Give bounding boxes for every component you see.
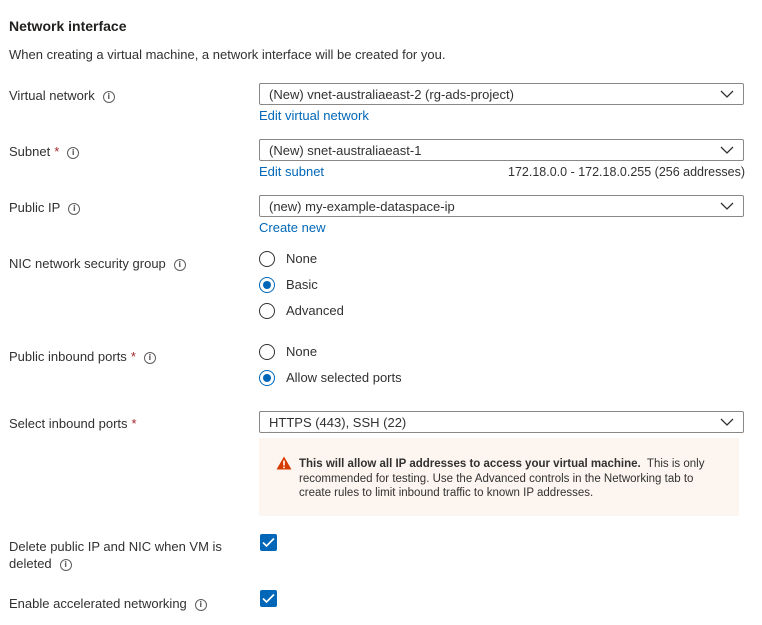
radio-label: None — [286, 251, 318, 266]
info-icon[interactable]: i — [102, 91, 115, 103]
info-icon[interactable]: i — [143, 352, 156, 364]
subnet-address-range: 172.18.0.0 - 172.18.0.255 (256 addresses… — [508, 165, 745, 179]
edit-virtual-network-link[interactable]: Edit virtual network — [259, 108, 369, 123]
info-icon[interactable]: i — [173, 259, 186, 271]
radio-circle[interactable] — [259, 370, 275, 386]
nic-nsg-label: NIC network security group i — [9, 255, 186, 272]
delete-public-ip-checkbox[interactable] — [260, 534, 277, 551]
edit-subnet-link[interactable]: Edit subnet — [259, 164, 324, 179]
chevron-down-icon — [720, 418, 734, 426]
accelerated-networking-label: Enable accelerated networking i — [9, 595, 207, 612]
warning-text: This will allow all IP addresses to acce… — [299, 458, 705, 499]
warning-icon — [276, 456, 292, 470]
info-icon[interactable]: i — [67, 147, 80, 159]
virtual-network-dropdown[interactable]: (New) vnet-australiaeast-2 (rg-ads-proje… — [259, 83, 744, 105]
chevron-down-icon — [720, 90, 734, 98]
radio-circle[interactable] — [259, 303, 275, 319]
info-icon[interactable]: i — [59, 559, 72, 571]
radio-label: Basic — [286, 277, 318, 292]
public-inbound-ports-label: Public inbound ports * i — [9, 348, 156, 365]
create-new-public-ip-link[interactable]: Create new — [259, 220, 325, 235]
inbound-ports-warning: This will allow all IP addresses to acce… — [259, 438, 739, 516]
radio-label: Advanced — [286, 303, 344, 318]
public-ip-label: Public IP i — [9, 199, 81, 216]
info-icon[interactable]: i — [68, 203, 81, 215]
required-marker: * — [54, 144, 60, 159]
required-marker: * — [130, 349, 136, 364]
radio-label: None — [286, 344, 318, 359]
subnet-value: (New) snet-australiaeast-1 — [269, 143, 422, 158]
select-inbound-ports-dropdown[interactable]: HTTPS (443), SSH (22) — [259, 411, 744, 433]
radio-label: Allow selected ports — [286, 370, 402, 385]
public-ip-value: (new) my-example-dataspace-ip — [269, 199, 455, 214]
virtual-network-label: Virtual network i — [9, 87, 115, 104]
accelerated-networking-checkbox[interactable] — [260, 590, 277, 607]
section-description: When creating a virtual machine, a netwo… — [9, 47, 446, 62]
select-inbound-ports-label: Select inbound ports * — [9, 416, 137, 431]
radio-circle[interactable] — [259, 277, 275, 293]
info-icon[interactable]: i — [194, 599, 207, 611]
section-title: Network interface — [9, 18, 127, 34]
delete-public-ip-label: Delete public IP and NIC when VM is dele… — [9, 539, 222, 571]
checkmark-icon — [262, 537, 275, 548]
public-ip-dropdown[interactable]: (new) my-example-dataspace-ip — [259, 195, 744, 217]
radio-circle[interactable] — [259, 344, 275, 360]
subnet-dropdown[interactable]: (New) snet-australiaeast-1 — [259, 139, 744, 161]
radio-circle[interactable] — [259, 251, 275, 267]
select-inbound-ports-value: HTTPS (443), SSH (22) — [269, 415, 407, 430]
chevron-down-icon — [720, 202, 734, 210]
virtual-network-value: (New) vnet-australiaeast-2 (rg-ads-proje… — [269, 87, 514, 102]
required-marker: * — [131, 416, 137, 431]
subnet-label: Subnet * i — [9, 143, 80, 160]
chevron-down-icon — [720, 146, 734, 154]
checkmark-icon — [262, 593, 275, 604]
